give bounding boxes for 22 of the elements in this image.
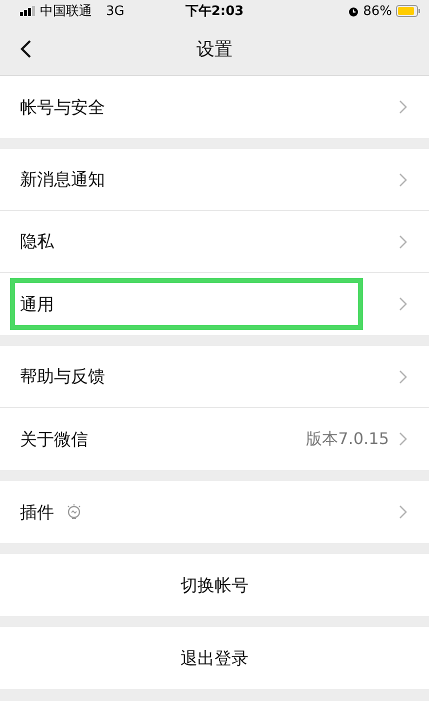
settings-item[interactable]: 帮助与反馈 [0, 346, 429, 408]
settings-item[interactable]: 隐私 [0, 211, 429, 273]
chevron-icon [399, 100, 407, 114]
settings-item[interactable]: 帐号与安全 [0, 76, 429, 138]
chevron-icon [399, 172, 407, 186]
chevron-icon [399, 505, 407, 519]
battery-icon [396, 5, 421, 17]
carrier-name: 中国联通 [40, 3, 92, 20]
alarm-icon [348, 6, 360, 16]
chevron-icon [399, 370, 407, 384]
chevron-icon [399, 234, 407, 248]
battery-percent: 86% [363, 4, 392, 18]
settings-item[interactable]: 关于微信 版本7.0.15 [0, 408, 429, 470]
chevron-icon [399, 297, 407, 311]
chevron-icon [399, 432, 407, 446]
signal-icon [20, 6, 36, 16]
settings-item[interactable]: 插件 [0, 481, 429, 543]
settings-item[interactable]: 新消息通知 [0, 149, 429, 211]
settings-item[interactable]: 通用 [0, 273, 429, 335]
network-type: 3G [106, 4, 124, 18]
page-title: 设置 [196, 38, 232, 60]
status-time: 下午2:03 [185, 3, 244, 20]
